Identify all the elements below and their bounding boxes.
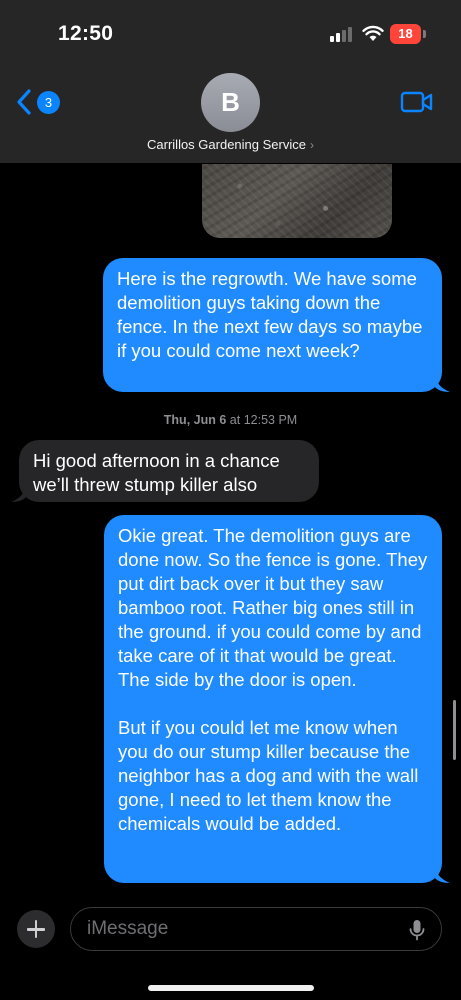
cellular-signal-icon xyxy=(330,26,354,42)
battery-icon: 18 xyxy=(390,24,421,44)
microphone-icon[interactable] xyxy=(409,919,425,941)
message-text: Here is the regrowth. We have some demol… xyxy=(117,268,423,361)
received-message-bubble[interactable]: Hi good afternoon in a chance we’ll thre… xyxy=(19,440,319,502)
home-indicator[interactable] xyxy=(148,985,314,991)
timestamp-day: Thu, Jun 6 xyxy=(163,413,227,427)
battery-cap xyxy=(423,30,426,38)
bubble-tail xyxy=(434,374,450,392)
timestamp-at: at xyxy=(229,413,241,427)
bubble-tail xyxy=(434,865,450,883)
status-time: 12:50 xyxy=(58,22,114,45)
wifi-icon xyxy=(362,25,384,41)
imessage-input[interactable] xyxy=(87,908,397,949)
message-timestamp: Thu, Jun 6 at 12:53 PM xyxy=(0,413,461,427)
contact-name-button[interactable]: Carrillos Gardening Service › xyxy=(0,137,461,152)
plus-icon[interactable] xyxy=(17,910,55,948)
chevron-right-icon: › xyxy=(309,138,314,152)
timestamp-time: 12:53 PM xyxy=(243,413,298,427)
message-paragraph: But if you could let me know when you do… xyxy=(118,717,419,834)
sent-message-bubble[interactable]: Okie great. The demolition guys are done… xyxy=(104,515,442,883)
video-camera-icon[interactable] xyxy=(400,90,434,114)
bubble-tail xyxy=(11,484,27,502)
unread-count-badge: 3 xyxy=(37,91,60,114)
message-paragraph: Okie great. The demolition guys are done… xyxy=(118,525,428,690)
status-bar: 12:50 18 xyxy=(0,0,461,64)
photo-attachment[interactable] xyxy=(202,164,392,238)
contact-avatar[interactable]: B xyxy=(201,73,260,132)
sent-message-bubble[interactable]: Here is the regrowth. We have some demol… xyxy=(103,258,442,392)
battery-level: 18 xyxy=(398,26,413,41)
back-button[interactable]: 3 xyxy=(16,86,64,120)
imessage-field[interactable] xyxy=(70,907,442,951)
scroll-indicator[interactable] xyxy=(453,700,456,760)
chevron-left-icon xyxy=(17,89,31,115)
message-text: Hi good afternoon in a chance we’ll thre… xyxy=(33,450,280,495)
photo-texture xyxy=(202,164,392,238)
contact-name: Carrillos Gardening Service xyxy=(147,137,306,152)
